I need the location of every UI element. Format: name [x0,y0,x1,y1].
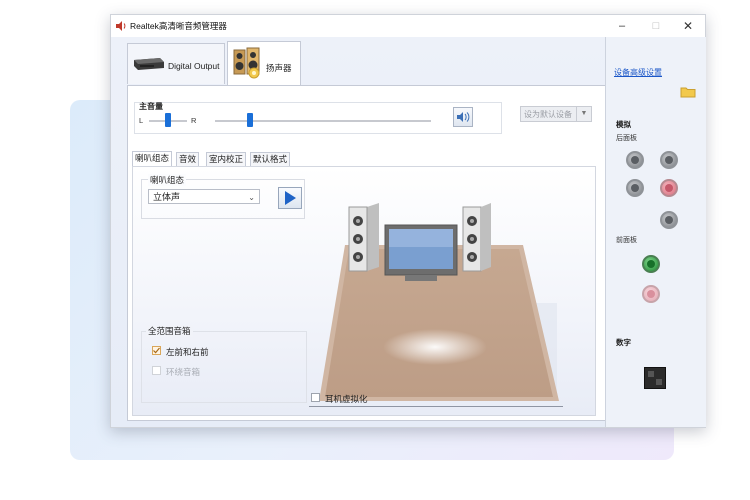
front-jack-mic[interactable] [642,285,660,303]
digital-output-device-icon [134,58,164,70]
back-panel-label: 后面板 [616,135,637,142]
window-title: Realtek高清晰音频管理器 [130,21,227,31]
play-test-button[interactable] [278,187,302,209]
headphone-virtualization-checkbox[interactable] [311,393,320,402]
speaker-config-value: 立体声 [153,192,181,202]
set-default-device-button[interactable]: 设为默认设备 ▼ [520,106,592,122]
full-range-speakers-label: 全范围音箱 [146,325,193,337]
balance-right-label: R [191,116,197,125]
speaker-config-select[interactable]: 立体声 ⌄ [148,189,260,204]
main-volume-label: 主音量 [139,102,163,111]
tab-default-format[interactable]: 默认格式 [250,152,291,166]
dropdown-arrow-icon[interactable]: ▼ [576,107,591,121]
folder-icon[interactable] [680,85,696,98]
tab-room-correction[interactable]: 室内校正 [206,152,247,166]
full-range-speakers-group: 全范围音箱 左前和右前 环绕音箱 [141,325,307,403]
front-jack-headphone[interactable] [642,255,660,273]
digital-port-icon[interactable] [644,367,666,389]
speakers-icon [233,47,260,79]
advanced-device-settings-link[interactable]: 设备高级设置 [614,67,662,78]
close-button[interactable]: ✕ [671,16,705,36]
play-icon [285,191,296,205]
speaker-app-icon [116,21,126,31]
speaker-volume-icon [457,112,470,122]
chevron-down-icon: ⌄ [248,193,255,202]
speaker-config-content: 喇叭组态 立体声 ⌄ 全范围音箱 左前和右前 环绕音箱 耳机虚拟化 [132,166,596,416]
tab-speakers-label: 扬声器 [266,63,292,73]
back-jack-1[interactable] [626,151,644,169]
balance-left-label: L [139,116,144,125]
tv-monitor [384,224,458,281]
speakers-panel: 主音量 L R 设为默认设备 ▼ 喇叭组态 音效 室内校正 默认格式 喇叭组态 … [127,85,607,421]
main-volume-group: 主音量 L R [134,102,502,134]
maximize-button[interactable]: □ [639,16,673,36]
tab-digital-output-label: Digital Output [168,61,220,71]
minimize-button[interactable]: – [605,16,639,36]
title-bar: Realtek高清晰音频管理器 – □ ✕ [111,15,705,37]
front-left-speaker [348,203,379,272]
surround-speakers-label: 环绕音箱 [166,367,201,377]
main-area: Digital Output 扬声器 主音量 L R 设为默认设备 ▼ 喇叭组态… [111,37,706,427]
speaker-config-group: 喇叭组态 立体声 ⌄ [141,174,305,219]
front-panel-label: 前面板 [616,237,637,244]
back-jack-mic[interactable] [660,179,678,197]
connector-panel: 设备高级设置 模拟 后面板 前面板 数字 [605,37,706,427]
front-right-speaker [462,203,491,272]
mute-button[interactable] [453,107,473,127]
speaker-config-label: 喇叭组态 [148,174,187,186]
back-jack-3[interactable] [626,179,644,197]
back-jack-2[interactable] [660,151,678,169]
volume-slider-thumb[interactable] [247,113,253,127]
tab-digital-output[interactable]: Digital Output [127,43,225,84]
realtek-window: Realtek高清晰音频管理器 – □ ✕ Digital Output 扬声器… [110,14,706,428]
balance-slider-thumb[interactable] [165,113,171,127]
tab-speakers[interactable]: 扬声器 [227,41,301,86]
tab-sound-effects[interactable]: 音效 [176,152,200,166]
digital-label: 数字 [616,338,631,347]
set-default-device-label: 设为默认设备 [524,110,572,119]
analog-label: 模拟 [616,120,631,129]
tab-speaker-config[interactable]: 喇叭组态 [132,151,173,166]
front-left-right-checkbox[interactable] [152,346,161,355]
speaker-stage-illustration [309,203,563,407]
front-left-right-label: 左前和右前 [166,347,209,357]
checkmark-icon [153,347,160,354]
back-jack-5[interactable] [660,211,678,229]
surround-speakers-checkbox[interactable] [152,366,161,375]
headphone-virtualization-label: 耳机虚拟化 [325,394,368,404]
